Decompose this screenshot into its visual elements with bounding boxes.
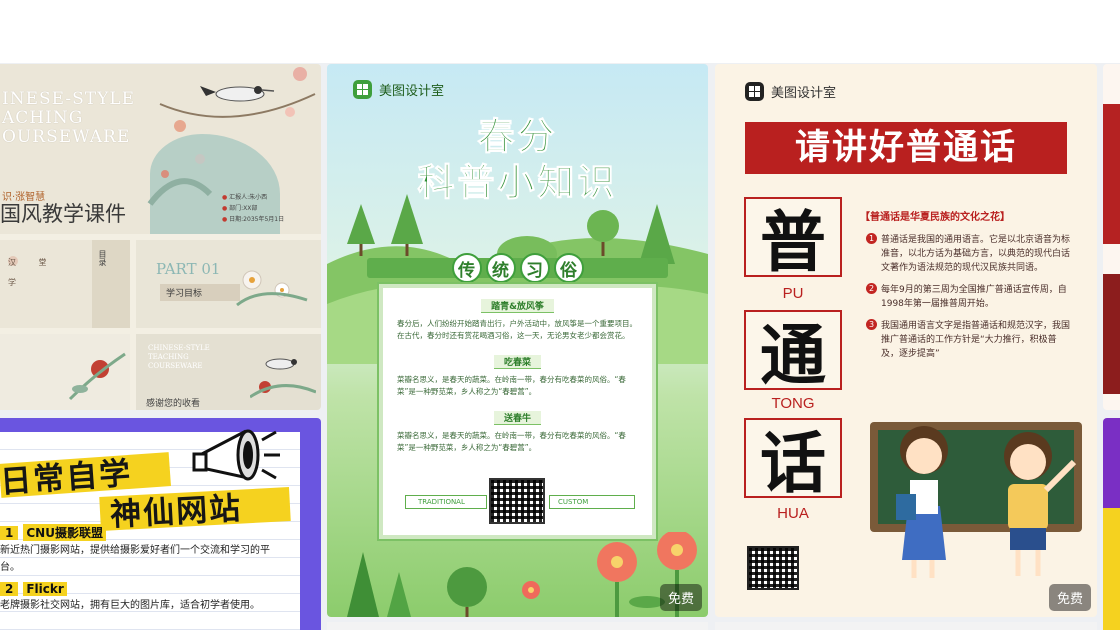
brand-name: 美图设计室 — [379, 84, 445, 99]
content-sections: 踏青&放风筝 春分后，人们纷纷开始踏青出行，户外活动中，放风筝是一个重要项目。在… — [397, 294, 638, 462]
site-desc: 老牌摄影社交网站，拥有巨大的图片库，适合初学者使用。 — [0, 600, 260, 611]
site-desc: 新近热门摄影网站，提供给摄影爱好者们一个交流和学习的平台。 — [0, 545, 270, 573]
banner-char: 俗 — [553, 253, 584, 283]
section-title: 送春牛 — [493, 411, 541, 425]
section-body: 菜瓣名思义，是春天的蔬菜。在岭南一带，春分有吃春菜的风俗。“春菜”是一种野苋菜，… — [397, 431, 626, 452]
site-number: 1 — [0, 525, 19, 540]
free-badge: 免费 — [1048, 584, 1091, 611]
qr-code-icon — [489, 478, 545, 524]
banner-char: 传 — [451, 253, 482, 283]
big-char-pu: 普 — [744, 197, 842, 281]
rule-item: 2 每年9月的第三周为全国推广普通话宣传周，自1998年第一届推普周开始。 — [866, 283, 1071, 311]
brand-logo-icon — [353, 80, 372, 99]
template-card-spring-equinox[interactable]: 美图设计室 春分 科普小知识 传 统 习 俗 踏青&放风筝 春分后，人们纷纷开始… — [327, 64, 708, 617]
big-char-tong: 通 — [744, 310, 842, 394]
brand-logo: 美图设计室 — [353, 80, 444, 99]
english-title: INESE-STYLE ACHING OURSEWARE — [2, 89, 136, 147]
poster-rules: 1 普通话是我国的通用语言。它是以北京语音为标准音，以北方话为基础方言，以典范的现… — [866, 233, 1071, 369]
footer-right-label: CUSTOM — [549, 495, 635, 509]
toc-label: 目录 — [98, 250, 107, 266]
plants-illustration — [347, 532, 697, 617]
list-item: 2 Flickr 老牌摄影社交网站，拥有巨大的图片库，适合初学者使用。 — [0, 582, 290, 614]
poster-subhead: 【普通话是华夏民族的文化之花】 — [860, 212, 1010, 223]
section-title: 踏青&放风筝 — [481, 299, 554, 313]
yellow-stripe — [1103, 508, 1120, 630]
banner: 传 统 习 俗 — [327, 253, 708, 283]
flower-decor-icon — [236, 270, 308, 307]
template-card-courseware[interactable]: INESE-STYLE ACHING OURSEWARE 识·涨智慧 国风教学课… — [0, 64, 321, 410]
plant-decor-icon — [68, 352, 126, 401]
free-badge: 免费 — [659, 584, 702, 611]
brand-logo-icon — [745, 82, 764, 101]
pinyin-pu: PU — [782, 285, 804, 302]
rule-item: 1 普通话是我国的通用语言。它是以北京语音为标准音，以北方话为基础方言，以典范的现… — [866, 233, 1071, 275]
brand-name: 美图设计室 — [771, 86, 837, 101]
megaphone-icon — [192, 429, 280, 481]
template-card-cropped-right-top[interactable] — [1103, 64, 1120, 410]
bird-decor-icon — [250, 358, 316, 399]
red-panel — [1103, 274, 1120, 394]
cover-meta: ● 汇报人:朱小西 ● 部门:XX部 ● 日期:2035年5月1日 — [222, 194, 285, 223]
banner-char: 习 — [519, 253, 550, 283]
next-card-placeholder — [327, 622, 708, 630]
brand-logo: 美图设计室 — [745, 82, 836, 101]
cover-title: 国风教学课件 — [0, 202, 126, 226]
rule-item: 3 我国通用语言文字是指普通话和规范汉字，我国推广普通话的工作方针是“大力推行，积… — [866, 319, 1071, 361]
footer-left-label: TRADITIONAL — [405, 495, 487, 509]
banner-char: 统 — [485, 253, 516, 283]
big-char-hua: 话 — [744, 418, 842, 502]
template-card-cropped-right-bottom[interactable] — [1103, 418, 1120, 630]
section-title: 吃春菜 — [493, 355, 541, 369]
template-card-self-study-sites[interactable]: 日常自学 神仙网站 1 CNU摄影联盟 新近热门摄影网站，提供给摄影爱好者们一个… — [0, 418, 321, 630]
thanks-text: 感谢您的收看 — [146, 399, 201, 409]
site-list: 1 CNU摄影联盟 新近热门摄影网站，提供给摄影爱好者们一个交流和学习的平台。 … — [0, 524, 290, 614]
site-number: 2 — [0, 582, 19, 596]
kids-blackboard-illustration — [870, 422, 1082, 578]
part-title: PART 01 — [156, 260, 221, 278]
top-bar — [0, 0, 1120, 63]
mini-english: CHINESE-STYLE TEACHING COURSEWARE — [148, 344, 210, 370]
qr-code-icon — [747, 546, 799, 590]
pinyin-hua: HUA — [777, 505, 809, 522]
list-item: 1 CNU摄影联盟 新近热门摄影网站，提供给摄影爱好者们一个交流和学习的平台。 — [0, 524, 290, 576]
red-panel — [1103, 104, 1120, 244]
site-name: CNU摄影联盟 — [23, 524, 106, 541]
site-name: Flickr — [23, 582, 67, 596]
part-sub: 学习目标 — [160, 284, 240, 301]
poster-title: 请讲好普通话 — [745, 122, 1067, 174]
section-body: 春分后，人们纷纷开始踏青出行，户外活动中，放风筝是一个重要项目。在古代，春分时还… — [397, 319, 637, 340]
section-body: 菜瓣名思义，是春天的蔬菜。在岭南一带，春分有吃春菜的风俗。“春菜”是一种野苋菜，… — [397, 375, 626, 396]
next-card-placeholder — [715, 622, 1097, 630]
slide-left-chars: 汉 堂 学 — [8, 256, 47, 287]
